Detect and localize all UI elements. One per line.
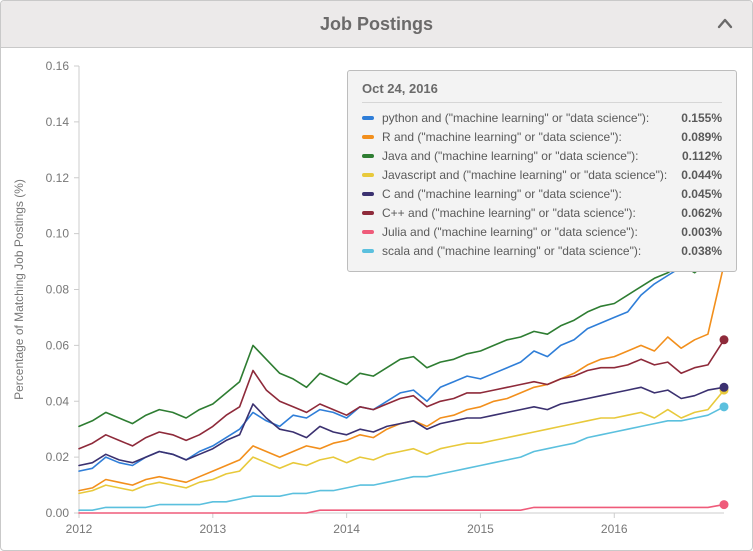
svg-text:0.16: 0.16 <box>46 59 70 73</box>
series-swatch <box>362 154 374 158</box>
card-title: Job Postings <box>320 14 433 35</box>
svg-text:0.12: 0.12 <box>46 171 70 185</box>
tooltip-row: Javascript and ("machine learning" or "d… <box>362 168 722 182</box>
card-header[interactable]: Job Postings <box>1 1 752 48</box>
tooltip-series-label: C++ and ("machine learning" or "data sci… <box>382 206 677 220</box>
tooltip-series-value: 0.112% <box>682 149 722 163</box>
tooltip-row: Java and ("machine learning" or "data sc… <box>362 149 722 163</box>
tooltip-series-label: Julia and ("machine learning" or "data s… <box>382 225 677 239</box>
series-swatch <box>362 135 374 139</box>
chart-tooltip: Oct 24, 2016 python and ("machine learni… <box>347 70 737 272</box>
svg-text:2014: 2014 <box>333 522 360 536</box>
tooltip-row: R and ("machine learning" or "data scien… <box>362 130 722 144</box>
tooltip-series-value: 0.044% <box>681 168 722 182</box>
tooltip-date: Oct 24, 2016 <box>362 81 722 103</box>
tooltip-row: C++ and ("machine learning" or "data sci… <box>362 206 722 220</box>
tooltip-series-value: 0.062% <box>681 206 722 220</box>
series-swatch <box>362 211 374 215</box>
svg-text:0.04: 0.04 <box>46 394 70 408</box>
tooltip-series-value: 0.003% <box>681 225 722 239</box>
tooltip-row: scala and ("machine learning" or "data s… <box>362 244 722 258</box>
svg-text:2013: 2013 <box>199 522 226 536</box>
tooltip-series-label: C and ("machine learning" or "data scien… <box>382 187 677 201</box>
tooltip-row: Julia and ("machine learning" or "data s… <box>362 225 722 239</box>
svg-text:2016: 2016 <box>601 522 628 536</box>
svg-text:0.10: 0.10 <box>46 227 70 241</box>
chevron-up-icon[interactable] <box>716 15 734 33</box>
tooltip-series-label: Java and ("machine learning" or "data sc… <box>382 149 678 163</box>
tooltip-series-label: scala and ("machine learning" or "data s… <box>382 244 677 258</box>
svg-text:Percentage of Matching Job Pos: Percentage of Matching Job Postings (%) <box>12 179 26 400</box>
tooltip-row: C and ("machine learning" or "data scien… <box>362 187 722 201</box>
svg-text:2015: 2015 <box>467 522 494 536</box>
svg-text:2012: 2012 <box>66 522 93 536</box>
tooltip-series-label: python and ("machine learning" or "data … <box>382 111 677 125</box>
tooltip-row: python and ("machine learning" or "data … <box>362 111 722 125</box>
tooltip-series-label: R and ("machine learning" or "data scien… <box>382 130 677 144</box>
chart-area[interactable]: 0.00 0.02 0.04 0.06 0.08 0.10 0.12 0.14 0.16 2012… <box>1 48 752 551</box>
tooltip-series-value: 0.038% <box>681 244 722 258</box>
svg-text:0.14: 0.14 <box>46 115 70 129</box>
chart-card: Job Postings 0.00 0.02 0.04 0.06 0.08 0.10 0.1… <box>0 0 753 551</box>
series-swatch <box>362 192 374 196</box>
series-swatch <box>362 116 374 120</box>
series-swatch <box>362 173 374 177</box>
svg-text:0.00: 0.00 <box>46 506 70 520</box>
svg-text:0.02: 0.02 <box>46 450 70 464</box>
svg-text:0.06: 0.06 <box>46 338 70 352</box>
tooltip-series-value: 0.045% <box>681 187 722 201</box>
tooltip-series-value: 0.155% <box>681 111 722 125</box>
series-swatch <box>362 249 374 253</box>
series-swatch <box>362 230 374 234</box>
svg-text:0.08: 0.08 <box>46 283 70 297</box>
tooltip-series-label: Javascript and ("machine learning" or "d… <box>382 168 677 182</box>
tooltip-series-value: 0.089% <box>681 130 722 144</box>
